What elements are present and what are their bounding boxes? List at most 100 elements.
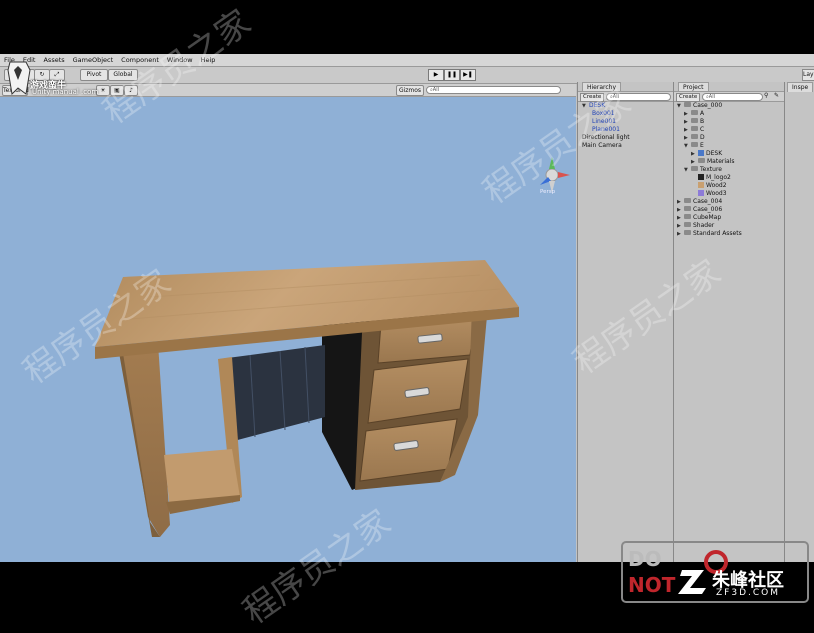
hierarchy-create-button[interactable]: Create [580,93,605,102]
collapse-arrow-icon[interactable]: ▼ [684,166,691,174]
folder-icon [684,230,691,235]
project-item[interactable]: ▼ Texture [684,166,722,174]
hierarchy-item[interactable]: Directional light [582,134,630,142]
project-search-input[interactable]: ⌕All [702,93,763,101]
bottom-logo-subtitle: ZF3D.COM [716,588,780,598]
project-item[interactable]: Wood2 [691,182,727,190]
project-item[interactable]: ▶ Materials [691,158,735,166]
project-item-label: M_logo2 [706,174,731,181]
project-item[interactable]: ▼ E [684,142,704,150]
step-icon[interactable]: ▶❚ [460,69,476,81]
project-item[interactable]: ▶ A [684,110,704,118]
expand-arrow-icon[interactable]: ▶ [677,230,684,238]
project-toolbar: Create ⌕All ⚲ ✎ [674,91,784,102]
collapse-arrow-icon[interactable]: ▼ [677,102,684,110]
folder-icon [684,206,691,211]
inspector-panel: Inspe [784,82,814,562]
playback-controls: ▶ ❚❚ ▶❚ [428,69,476,81]
project-item[interactable]: Wood3 [691,190,727,198]
hierarchy-item[interactable]: Box001 [592,110,615,118]
texture-icon [698,182,704,188]
play-icon[interactable]: ▶ [428,69,444,81]
project-item-label: Case_000 [693,102,723,109]
image-toggle[interactable]: ▣ [110,85,124,96]
expand-arrow-icon[interactable]: ▶ [677,206,684,214]
project-item[interactable]: ▶ CubeMap [677,214,721,222]
project-item-label: Case_006 [693,206,723,213]
folder-icon [691,142,698,147]
tab-inspector[interactable]: Inspe [787,82,814,92]
menu-help[interactable]: Help [197,56,220,64]
pause-icon[interactable]: ❚❚ [444,69,460,81]
folder-icon [691,110,698,115]
hierarchy-panel: Hierarchy Create ⌕All ▼ DESK Box001 Line001… [577,82,673,562]
hierarchy-item[interactable]: Line001 [592,118,616,126]
hierarchy-item[interactable]: Plane001 [592,126,620,134]
project-item[interactable]: ▶ C [684,126,704,134]
label-icon[interactable]: ✎ [774,92,779,99]
hierarchy-item-label: DESK [589,102,606,109]
project-item[interactable]: ▶ Case_004 [677,198,722,206]
hierarchy-item[interactable]: ▼ DESK [582,102,605,110]
folder-icon [684,214,691,219]
hierarchy-search-input[interactable]: ⌕All [606,93,671,101]
svg-text:DO: DO [628,547,662,571]
folder-icon [691,118,698,123]
menu-bar: File Edit Assets GameObject Component Wi… [0,54,814,67]
scene-search-input[interactable]: ⌕All [426,86,561,94]
expand-arrow-icon[interactable]: ▶ [677,222,684,230]
project-item[interactable]: ▶ Case_006 [677,206,722,214]
folder-icon [691,166,698,171]
hierarchy-item-label: Box001 [592,110,615,117]
expand-arrow-icon[interactable]: ▶ [691,158,698,166]
expand-arrow-icon[interactable]: ▶ [684,126,691,134]
project-item-label: DESK [706,150,723,157]
expand-arrow-icon[interactable]: ▶ [684,118,691,126]
project-item-label: Texture [700,166,722,173]
expand-arrow-icon[interactable]: ▶ [684,134,691,142]
folder-icon [691,126,698,131]
menu-window[interactable]: Window [163,56,197,64]
project-panel: Project Create ⌕All ⚲ ✎ ▼ Case_000 ▶ A ▶ B ▶ C ▶… [673,82,784,562]
collapse-arrow-icon[interactable]: ▼ [684,142,691,150]
filter-icon[interactable]: ⚲ [764,92,768,99]
project-item-label: C [700,126,705,133]
project-create-button[interactable]: Create [676,93,701,102]
folder-icon [684,198,691,203]
gizmos-dropdown[interactable]: Gizmos [396,85,424,96]
hierarchy-item-label: Directional light [582,134,630,141]
scene-orientation-gizmo[interactable] [540,157,570,193]
expand-arrow-icon[interactable]: ▶ [677,198,684,206]
folder-icon [684,102,691,107]
hierarchy-item-label: Main Camera [582,142,622,149]
project-item-label: Case_004 [693,198,723,205]
project-item[interactable]: ▶ Standard Assets [677,230,742,238]
audio-toggle[interactable]: ♪ [124,85,138,96]
desk-model[interactable] [0,97,576,562]
expand-arrow-icon[interactable]: ▶ [677,214,684,222]
project-item-label: D [700,134,705,141]
hierarchy-item[interactable]: Main Camera [582,142,622,150]
project-item-label: Shader [693,222,715,229]
scene-viewport[interactable]: Persp [0,97,576,562]
expand-arrow-icon[interactable]: ▶ [684,110,691,118]
layers-dropdown[interactable]: Layers [802,69,814,81]
prefab-icon [698,150,704,156]
hierarchy-item-label: Line001 [592,118,616,125]
texture-icon [698,190,704,196]
project-item[interactable]: ▶ B [684,118,704,126]
folder-icon [691,134,698,139]
project-item-label: E [700,142,704,149]
folder-icon [698,158,705,163]
menu-component[interactable]: Component [117,56,163,64]
project-item[interactable]: ▶ D [684,134,705,142]
global-toggle[interactable]: Global [108,69,138,81]
project-item-label: A [700,110,705,117]
project-item[interactable]: ▼ Case_000 [677,102,722,110]
texture-icon [698,174,704,180]
project-item[interactable]: M_logo2 [691,174,731,182]
project-item[interactable]: ▶ DESK [691,150,722,158]
project-item[interactable]: ▶ Shader [677,222,714,230]
expand-arrow-icon[interactable]: ▼ [582,102,589,110]
expand-arrow-icon[interactable]: ▶ [691,150,698,158]
